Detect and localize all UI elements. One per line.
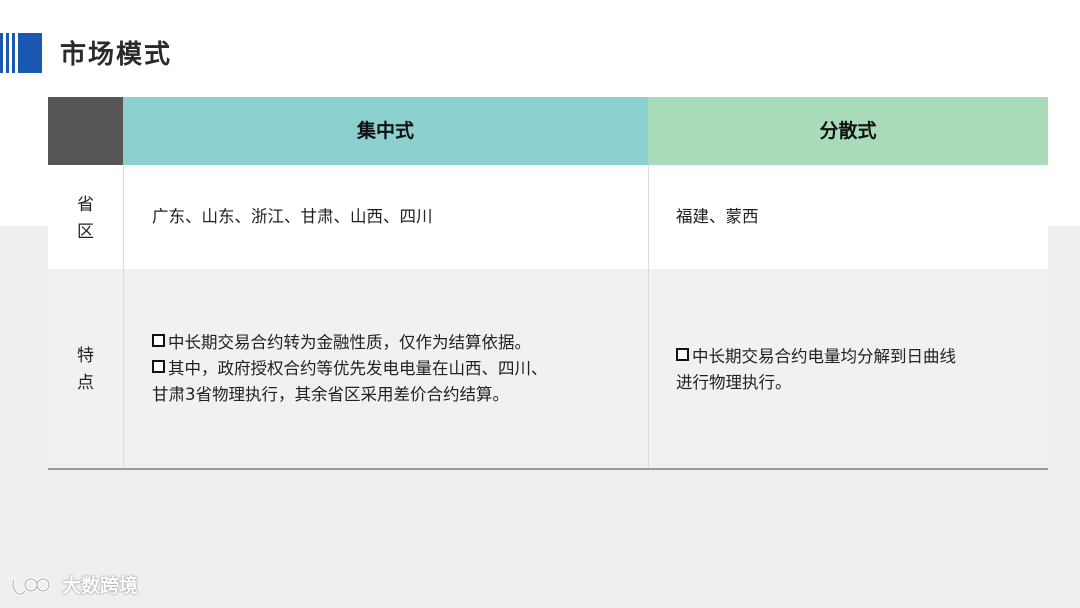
header-corner-cell xyxy=(48,97,123,165)
header-centralized-label: 集中式 xyxy=(356,120,414,142)
header-distributed-label: 分散式 xyxy=(819,120,877,142)
checkbox-bullet-icon xyxy=(152,360,165,373)
row-label-char: 区 xyxy=(77,222,94,242)
row-label-char: 特 xyxy=(77,346,94,366)
feature-line: 甘肃3省物理执行，其余省区采用差价合约结算。 xyxy=(152,385,509,404)
checkbox-bullet-icon xyxy=(676,348,689,361)
row-label-char: 点 xyxy=(77,373,94,393)
row-label-features: 特 点 xyxy=(48,343,123,397)
comparison-table: 集中式 分散式 省 区 广东、山东、浙江、甘肃、山西、四川 福建、蒙西 特 点 … xyxy=(48,97,1048,470)
header-distributed: 分散式 xyxy=(648,97,1048,165)
cell-centralized-features: 中长期交易合约转为金融性质，仅作为结算依据。 其中，政府授权合约等优先发电电量在… xyxy=(152,330,632,408)
title-accent-stripes xyxy=(0,33,44,73)
feature-line: 中长期交易合约转为金融性质，仅作为结算依据。 xyxy=(152,330,632,356)
row-label-provinces: 省 区 xyxy=(48,192,123,246)
cell-distributed-provinces: 福建、蒙西 xyxy=(676,207,759,226)
watermark-icon xyxy=(11,577,51,596)
feature-line: 进行物理执行。 xyxy=(676,373,792,392)
row-label-char: 省 xyxy=(77,195,94,215)
checkbox-bullet-icon xyxy=(152,334,165,347)
column-divider xyxy=(123,165,124,468)
page-title: 市场模式 xyxy=(60,40,173,70)
table-bottom-rule xyxy=(48,468,1048,470)
feature-line: 中长期交易合约电量均分解到日曲线 xyxy=(676,344,1036,370)
cell-centralized-provinces: 广东、山东、浙江、甘肃、山西、四川 xyxy=(152,207,433,226)
feature-line: 其中，政府授权合约等优先发电电量在山西、四川、 xyxy=(152,356,632,382)
cell-distributed-features: 中长期交易合约电量均分解到日曲线 进行物理执行。 xyxy=(676,344,1036,396)
watermark-text: 大数跨境 xyxy=(62,575,139,597)
header-centralized: 集中式 xyxy=(123,97,648,165)
column-divider xyxy=(648,165,649,468)
